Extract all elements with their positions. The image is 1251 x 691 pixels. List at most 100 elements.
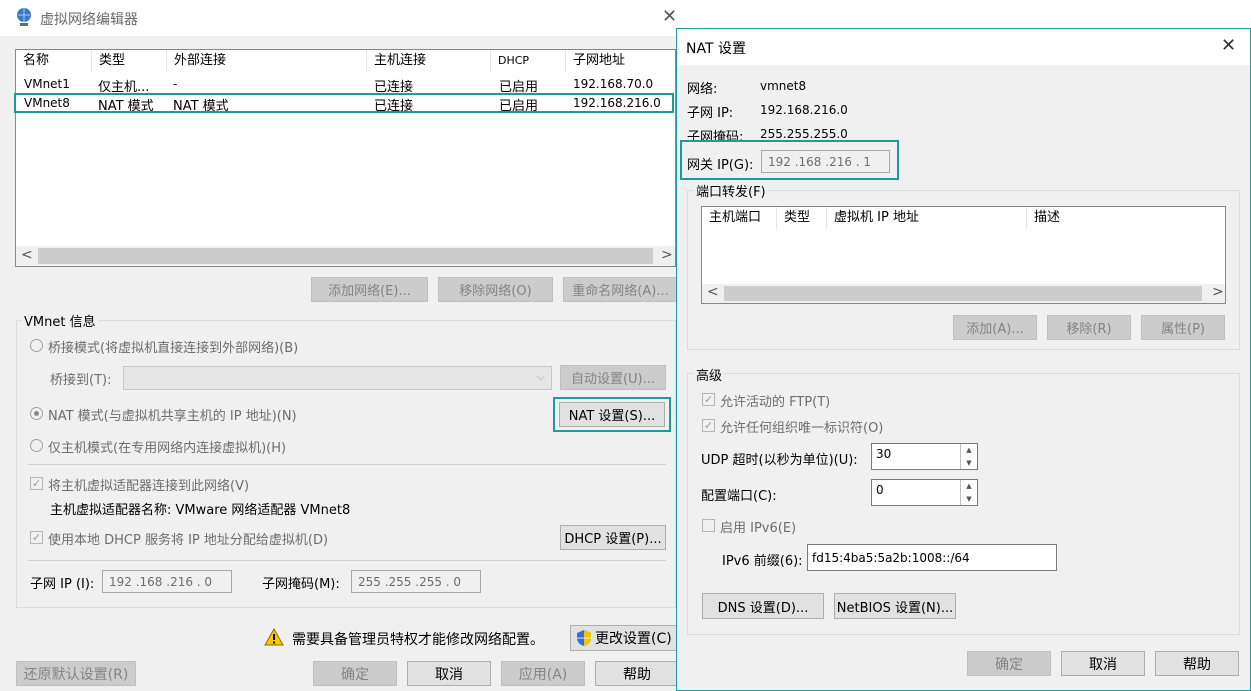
scroll-left-icon[interactable]: < [707, 284, 719, 300]
apply-button[interactable]: 应用(A) [501, 661, 585, 686]
row-external: - [173, 77, 178, 91]
cancel-button[interactable]: 取消 [407, 661, 491, 686]
scroll-left-icon[interactable]: < [21, 247, 33, 263]
spin-down-icon[interactable]: ▼ [960, 456, 977, 469]
shield-icon [577, 630, 591, 646]
table-horizontal-scrollbar[interactable]: < > [16, 246, 675, 266]
enable-ipv6-label: 启用 IPv6(E) [720, 521, 797, 536]
connect-adapter-checkbox[interactable]: ✓ [30, 477, 43, 490]
column-header-vm-ip[interactable]: 虚拟机 IP 地址 [827, 207, 1027, 229]
remove-network-button[interactable]: 移除网络(O) [438, 277, 553, 302]
use-dhcp-label: 使用本地 DHCP 服务将 IP 地址分配给虚拟机(D) [48, 533, 329, 548]
host-only-radio[interactable] [30, 439, 43, 452]
cancel-button[interactable]: 取消 [1061, 651, 1145, 676]
add-network-button[interactable]: 添加网络(E)... [311, 277, 428, 302]
connect-adapter-label: 将主机虚拟适配器连接到此网络(V) [48, 479, 250, 494]
column-header-dhcp[interactable]: DHCP [491, 50, 566, 72]
dialog-title: NAT 设置 [686, 41, 746, 57]
close-icon[interactable]: ✕ [1221, 35, 1236, 56]
config-port-label: 配置端口(C): [701, 489, 777, 504]
udp-timeout-value: 30 [876, 447, 892, 461]
column-header-type[interactable]: 类型 [92, 50, 167, 72]
help-button[interactable]: 帮助 [595, 661, 679, 686]
pf-horizontal-scrollbar[interactable]: < > [702, 284, 1225, 303]
chevron-down-icon: ⌵ [536, 370, 545, 383]
port-forwarding-table: 主机端口 类型 虚拟机 IP 地址 描述 < > [701, 206, 1226, 304]
auto-settings-button[interactable]: 自动设置(U)... [560, 365, 666, 390]
nat-settings-highlight [553, 397, 671, 432]
network-label: 网络: [687, 82, 718, 97]
restore-defaults-button[interactable]: 还原默认设置(R) [16, 661, 136, 686]
spin-down-icon[interactable]: ▼ [960, 492, 977, 505]
nat-settings-dialog: NAT 设置 ✕ 网络: vmnet8 子网 IP: 192.168.216.0… [676, 28, 1251, 691]
dhcp-settings-button[interactable]: DHCP 设置(P)... [560, 525, 666, 550]
allow-ftp-label: 允许活动的 FTP(T) [720, 395, 831, 410]
table-row[interactable]: VMnet1 仅主机... - 已连接 已启用 192.168.70.0 [16, 75, 675, 95]
divider [28, 464, 666, 465]
change-settings-label: 更改设置(C) [595, 631, 672, 647]
scrollbar-thumb[interactable] [38, 248, 653, 264]
row-name: VMnet1 [24, 77, 70, 91]
spin-up-icon[interactable]: ▲ [960, 480, 977, 493]
window-title: 虚拟网络编辑器 [40, 12, 138, 28]
bridge-mode-radio[interactable] [30, 339, 43, 352]
host-only-label: 仅主机模式(在专用网络内连接虚拟机)(H) [48, 441, 287, 456]
column-header-external[interactable]: 外部连接 [167, 50, 367, 72]
allow-oui-checkbox[interactable]: ✓ [702, 419, 715, 432]
spin-up-icon[interactable]: ▲ [960, 444, 977, 457]
pf-add-button[interactable]: 添加(A)... [953, 315, 1037, 340]
allow-oui-label: 允许任何组织唯一标识符(O) [720, 421, 884, 436]
port-forwarding-label: 端口转发(F) [694, 181, 768, 200]
divider [28, 560, 666, 561]
ok-button[interactable]: 确定 [967, 651, 1051, 676]
udp-timeout-stepper[interactable]: 30 ▲ ▼ [871, 443, 978, 470]
dialog-title-bar: NAT 设置 ✕ [677, 29, 1250, 65]
netbios-settings-button[interactable]: NetBIOS 设置(N)... [834, 593, 956, 619]
enable-ipv6-checkbox[interactable] [702, 519, 715, 532]
advanced-label: 高级 [694, 365, 725, 384]
use-dhcp-checkbox[interactable]: ✓ [30, 531, 43, 544]
rename-network-button[interactable]: 重命名网络(A)... [563, 277, 678, 302]
selected-row-highlight [14, 93, 674, 113]
title-bar: 虚拟网络编辑器 ✕ [0, 0, 690, 36]
column-header-name[interactable]: 名称 [16, 50, 92, 72]
config-port-stepper[interactable]: 0 ▲ ▼ [871, 479, 978, 506]
column-header-description[interactable]: 描述 [1027, 207, 1225, 229]
subnet-ip-value: 192.168.216.0 [760, 103, 848, 117]
nat-mode-radio[interactable] [30, 407, 43, 420]
subnet-mask-label: 子网掩码(M): [262, 577, 340, 592]
gateway-highlight [680, 140, 899, 180]
network-table: 名称 类型 外部连接 主机连接 DHCP 子网地址 VMnet1 仅主机... … [15, 49, 676, 267]
config-port-value: 0 [876, 483, 884, 497]
close-icon[interactable]: ✕ [662, 6, 677, 27]
table-header: 名称 类型 外部连接 主机连接 DHCP 子网地址 [16, 50, 676, 72]
bridge-mode-label: 桥接模式(将虚拟机直接连接到外部网络)(B) [48, 341, 299, 356]
column-header-host-port[interactable]: 主机端口 [702, 207, 777, 229]
column-header-subnet[interactable]: 子网地址 [566, 50, 676, 72]
allow-ftp-checkbox[interactable]: ✓ [702, 393, 715, 406]
adapter-name-text: 主机虚拟适配器名称: VMware 网络适配器 VMnet8 [50, 503, 351, 518]
subnet-ip-label: 子网 IP: [687, 106, 734, 121]
scroll-right-icon[interactable]: > [661, 247, 673, 263]
network-globe-icon [17, 8, 31, 26]
dns-settings-button[interactable]: DNS 设置(D)... [702, 593, 824, 619]
subnet-ip-label: 子网 IP (I): [30, 577, 95, 592]
subnet-mask-field[interactable]: 255 .255 .255 . 0 [351, 570, 481, 593]
scrollbar-thumb[interactable] [724, 286, 1202, 301]
subnet-mask-value: 255.255.255.0 [760, 127, 848, 141]
change-settings-button[interactable]: 更改设置(C) [570, 625, 678, 651]
help-button[interactable]: 帮助 [1155, 651, 1239, 676]
nat-mode-label: NAT 模式(与虚拟机共享主机的 IP 地址)(N) [48, 409, 297, 424]
admin-notice-text: 需要具备管理员特权才能修改网络配置。 [292, 632, 544, 648]
pf-properties-button[interactable]: 属性(P) [1141, 315, 1225, 340]
ok-button[interactable]: 确定 [313, 661, 397, 686]
bridge-to-select[interactable]: ⌵ [123, 366, 552, 390]
column-header-type[interactable]: 类型 [777, 207, 827, 229]
ipv6-prefix-field[interactable]: fd15:4ba5:5a2b:1008::/64 [807, 544, 1057, 571]
scroll-right-icon[interactable]: > [1212, 284, 1224, 300]
column-header-host[interactable]: 主机连接 [367, 50, 491, 72]
bridge-to-label: 桥接到(T): [50, 373, 112, 388]
virtual-network-editor-window: 虚拟网络编辑器 ✕ 名称 类型 外部连接 主机连接 DHCP 子网地址 VMne… [0, 0, 690, 691]
subnet-ip-field[interactable]: 192 .168 .216 . 0 [102, 570, 232, 593]
pf-remove-button[interactable]: 移除(R) [1047, 315, 1131, 340]
